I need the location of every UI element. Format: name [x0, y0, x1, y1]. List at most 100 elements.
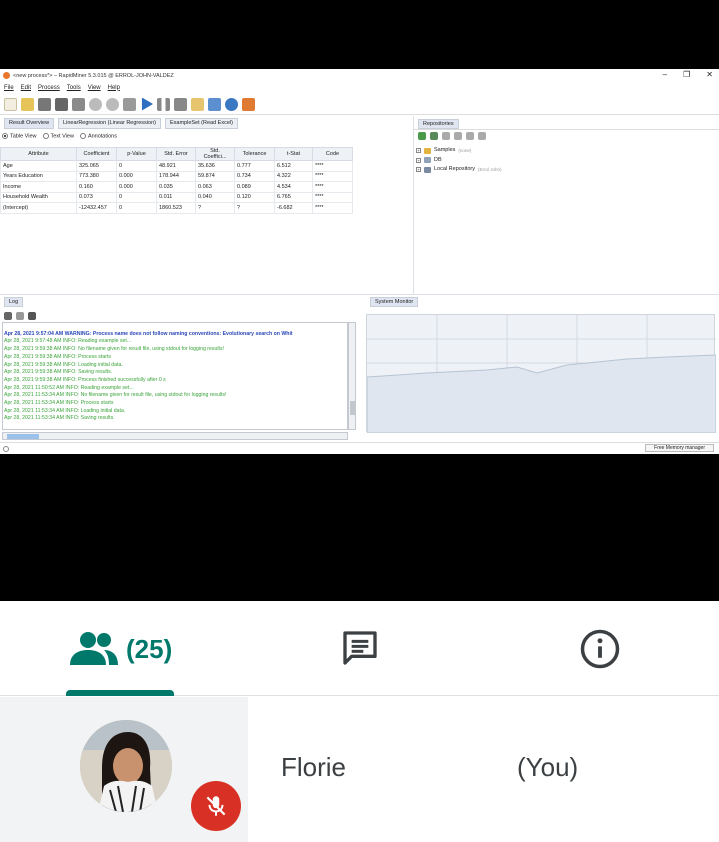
run-options-icon[interactable]: [123, 97, 136, 111]
table-cell: 0.120: [234, 191, 275, 203]
table-cell: ?: [195, 202, 235, 214]
table-cell: 0.035: [156, 181, 196, 193]
tab-repositories[interactable]: Repositories: [418, 119, 459, 129]
refresh-icon[interactable]: [430, 132, 438, 140]
open-folder-icon[interactable]: [21, 97, 34, 111]
play-icon[interactable]: [141, 97, 153, 111]
tab-info[interactable]: [579, 628, 621, 675]
text-view-radio[interactable]: Text View: [42, 133, 74, 139]
table-cell: 325.065: [76, 160, 117, 172]
repo-node-samples[interactable]: + Samples (none): [416, 146, 501, 156]
col-t-stat[interactable]: t-Stat: [274, 147, 313, 161]
tab-example-set[interactable]: ExampleSet (Read Excel): [164, 118, 238, 129]
memory-manager-button[interactable]: Free Memory manager: [645, 444, 714, 452]
table-row[interactable]: Years Education 773.380 0.000 178.944 59…: [0, 170, 353, 182]
pause-icon[interactable]: [157, 97, 170, 111]
menu-process[interactable]: Process: [38, 85, 60, 91]
col-code[interactable]: Code: [312, 147, 353, 161]
col-attribute[interactable]: Attribute: [0, 147, 77, 161]
add-repository-icon[interactable]: [418, 132, 426, 140]
new-file-icon[interactable]: [4, 97, 17, 111]
repo-node-local[interactable]: + Local Repository (Errol John): [416, 165, 501, 175]
delete-icon[interactable]: [454, 132, 462, 140]
table-cell: 0.089: [234, 181, 275, 193]
log-header: Log: [4, 297, 24, 307]
stop-icon[interactable]: [174, 97, 187, 111]
phone-screen: <new process*> – RapidMiner 5.3.015 @ ER…: [0, 0, 719, 842]
table-cell: 6.512: [274, 160, 313, 172]
menu-bar: File Edit Process Tools View Help: [0, 82, 719, 93]
expand-icon[interactable]: +: [416, 167, 421, 173]
col-p-value[interactable]: p-Value: [116, 147, 157, 161]
tip-icon[interactable]: [242, 97, 255, 111]
tab-chat[interactable]: [340, 628, 380, 673]
table-row[interactable]: Age 325.065 0 48.921 35.636 0.777 6.512 …: [0, 160, 353, 172]
scroll-thumb[interactable]: [7, 434, 39, 439]
save-log-icon[interactable]: [4, 312, 12, 320]
tab-people[interactable]: (25): [70, 631, 172, 667]
table-cell: 0.160: [76, 181, 117, 193]
repo-node-db[interactable]: + DB: [416, 156, 501, 166]
annotations-radio[interactable]: Annotations: [79, 133, 117, 139]
table-row[interactable]: Household Wealth 0.073 0 0.011 0.040 0.1…: [0, 191, 353, 203]
repositories-toolbar: [418, 132, 486, 140]
table-cell: ****: [312, 202, 353, 214]
status-bar: Free Memory manager: [0, 442, 719, 454]
open-icon[interactable]: [466, 132, 474, 140]
minimize-button[interactable]: –: [663, 70, 667, 79]
participant-row[interactable]: Florie (You): [0, 697, 719, 842]
copy-icon[interactable]: [442, 132, 450, 140]
search-log-icon[interactable]: [28, 312, 36, 320]
table-cell: ****: [312, 160, 353, 172]
menu-help[interactable]: Help: [108, 85, 120, 91]
scroll-thumb[interactable]: [350, 401, 355, 415]
menu-view[interactable]: View: [88, 85, 101, 91]
col-tolerance[interactable]: Tolerance: [234, 147, 275, 161]
log-output[interactable]: ​ Apr 28, 2021 9:57:04 AM WARNING: Proce…: [2, 322, 348, 430]
table-cell: 48.921: [156, 160, 196, 172]
col-std-error[interactable]: Std. Error: [156, 147, 196, 161]
print-icon[interactable]: [72, 97, 85, 111]
log-horizontal-scrollbar[interactable]: [2, 432, 348, 440]
memory-usage-chart: [366, 315, 717, 434]
info-icon[interactable]: [225, 97, 238, 111]
table-view-radio[interactable]: Table View: [2, 133, 37, 139]
repo-label-local: Local Repository: [434, 166, 475, 172]
expand-icon[interactable]: +: [416, 157, 421, 163]
table-row[interactable]: (Intercept) -12432.457 0 1860.523 ? ? -6…: [0, 202, 353, 214]
col-coefficient[interactable]: Coefficient: [76, 147, 117, 161]
col-std-coefficient[interactable]: Std. Coeffici...: [195, 147, 235, 161]
tab-result-overview[interactable]: Result Overview: [4, 118, 55, 129]
undo-icon[interactable]: [89, 97, 102, 111]
maximize-button[interactable]: ❐: [683, 70, 690, 79]
expand-icon[interactable]: +: [416, 148, 421, 154]
table-cell: ****: [312, 170, 353, 182]
horizontal-divider[interactable]: [0, 294, 719, 295]
log-vertical-scrollbar[interactable]: [348, 322, 356, 430]
tab-log[interactable]: Log: [4, 297, 24, 307]
panel-tabs: (25): [0, 601, 719, 696]
save-icon[interactable]: [38, 97, 51, 111]
menu-tools[interactable]: Tools: [67, 85, 81, 91]
save-as-icon[interactable]: [55, 97, 68, 111]
info-circle-icon: [580, 629, 620, 669]
redo-icon[interactable]: [106, 97, 119, 111]
table-row[interactable]: Income 0.160 0.000 0.035 0.063 0.089 4.5…: [0, 181, 353, 193]
log-line: Apr 28, 2021 9:59:38 AM INFO: Process fi…: [4, 376, 166, 383]
table-cell: 1860.523: [156, 202, 196, 214]
tab-linear-regression[interactable]: LinearRegression (Linear Regression): [58, 118, 161, 129]
repo-note-local: (Errol John): [477, 167, 502, 172]
menu-file[interactable]: File: [4, 85, 14, 91]
vertical-divider[interactable]: [413, 116, 414, 294]
main-toolbar: [0, 94, 719, 115]
close-button[interactable]: ✕: [706, 70, 713, 79]
chat-icon: [343, 631, 377, 665]
link-icon[interactable]: [478, 132, 486, 140]
rapidminer-logo-icon: [3, 72, 10, 79]
notes-icon[interactable]: [191, 97, 204, 111]
tab-system-monitor[interactable]: System Monitor: [370, 297, 419, 307]
menu-edit[interactable]: Edit: [21, 85, 31, 91]
tree-icon[interactable]: [208, 97, 221, 111]
clear-log-icon[interactable]: [16, 312, 24, 320]
database-icon: [424, 157, 431, 164]
